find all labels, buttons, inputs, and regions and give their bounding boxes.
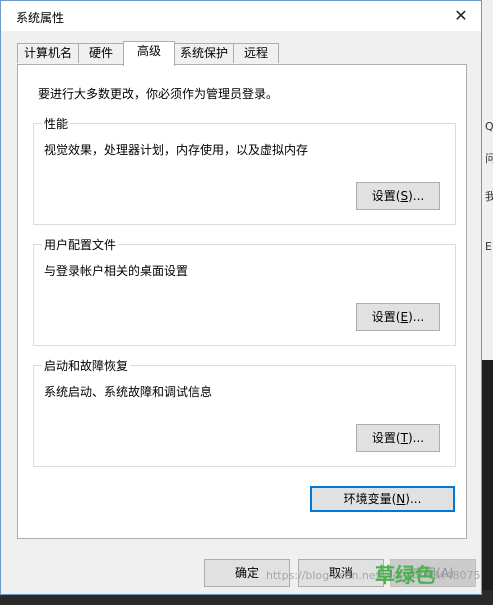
background-text: 我	[485, 190, 493, 203]
admin-notice: 要进行大多数更改，你必须作为管理员登录。	[38, 87, 279, 101]
close-icon[interactable]: ✕	[441, 1, 481, 31]
title-bar: 系统属性 ✕	[1, 1, 481, 31]
tab-remote[interactable]: 远程	[233, 43, 279, 63]
group-title: 性能	[42, 115, 71, 132]
user-profiles-group: 用户配置文件 与登录帐户相关的桌面设置 设置(E)...	[33, 236, 456, 346]
tab-system-protection[interactable]: 系统保护	[174, 43, 234, 63]
performance-settings-button[interactable]: 设置(S)...	[356, 182, 440, 210]
startup-recovery-group: 启动和故障恢复 系统启动、系统故障和调试信息 设置(T)...	[33, 357, 456, 467]
performance-group: 性能 视觉效果，处理器计划，内存使用，以及虚拟内存 设置(S)...	[33, 115, 456, 225]
environment-variables-button[interactable]: 环境变量(N)...	[310, 486, 455, 512]
background-text: Q	[485, 120, 493, 133]
tab-computer-name[interactable]: 计算机名	[17, 43, 79, 63]
user-profiles-settings-button[interactable]: 设置(E)...	[356, 303, 440, 331]
group-description: 视觉效果，处理器计划，内存使用，以及虚拟内存	[44, 143, 309, 157]
tab-hardware[interactable]: 硬件	[78, 43, 124, 63]
window-title: 系统属性	[16, 11, 65, 25]
background-text: 问	[485, 152, 493, 165]
background-terminal	[482, 360, 493, 605]
group-title: 启动和故障恢复	[42, 357, 131, 374]
system-properties-dialog: 系统属性 ✕ 计算机名 硬件 高级 系统保护 远程 要进行大多数更改，你必须作为…	[0, 0, 482, 595]
tab-advanced[interactable]: 高级	[123, 41, 175, 66]
watermark-logo: 草绿色	[375, 563, 435, 587]
background-text: E	[485, 240, 492, 253]
group-title: 用户配置文件	[42, 236, 119, 253]
group-description: 与登录帐户相关的桌面设置	[44, 264, 189, 278]
startup-recovery-settings-button[interactable]: 设置(T)...	[356, 424, 440, 452]
advanced-tab-panel: 要进行大多数更改，你必须作为管理员登录。 性能 视觉效果，处理器计划，内存使用，…	[17, 64, 467, 539]
watermark-url: https://blog.csdn.net/weixin_43448075	[266, 569, 481, 582]
group-description: 系统启动、系统故障和调试信息	[44, 385, 213, 399]
